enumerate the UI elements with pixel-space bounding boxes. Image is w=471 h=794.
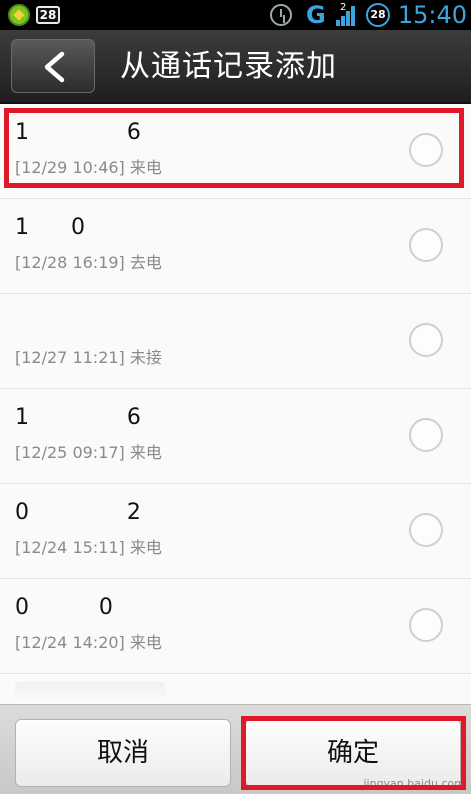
call-time-type: [12/24 14:20] 来电 [15,633,162,652]
app-icon [8,4,30,26]
contact-number: 1 0 [15,215,85,240]
contact-number: 0 2 [15,500,141,525]
back-button[interactable] [11,39,95,93]
bottom-action-bar: 取消 确定 jingyan.baidu.com [0,704,471,794]
page-title: 从通话记录添加 [120,49,337,84]
list-item[interactable]: 1 6 [12/29 10:46] 来电 [0,104,471,199]
signal-icon [326,6,355,26]
select-radio[interactable] [409,228,443,262]
select-radio[interactable] [409,608,443,642]
title-bar: 从通话记录添加 [0,30,471,104]
contact-number: 1 6 [15,405,141,430]
alarm-icon [270,4,292,26]
select-radio[interactable] [409,323,443,357]
status-bar: 28 G 2 28 15:40 [0,0,471,30]
call-time-type: [12/29 10:46] 来电 [15,158,162,177]
clock: 15:40 [397,1,467,29]
call-log-list[interactable]: 1 6 [12/29 10:46] 来电 1 0 [12/28 16:19] 去… [0,104,471,714]
select-radio[interactable] [409,513,443,547]
list-item[interactable]: [12/27 11:21] 未接 [0,294,471,389]
list-item[interactable]: 0 0 [12/24 14:20] 来电 [0,579,471,674]
select-radio[interactable] [409,133,443,167]
list-item[interactable]: 1 6 [12/25 09:17] 来电 [0,389,471,484]
contact-number: 0 0 [15,595,113,620]
notification-badge-icon: 28 [36,6,60,24]
list-item[interactable]: 1 0 [12/28 16:19] 去电 [0,199,471,294]
list-item[interactable]: 0 2 [12/24 15:11] 来电 [0,484,471,579]
cancel-button[interactable]: 取消 [15,719,231,787]
watermark: jingyan.baidu.com [363,777,465,790]
call-time-type: [12/24 15:11] 来电 [15,538,162,557]
network-type: G [306,1,326,29]
call-time-type: [12/25 09:17] 来电 [15,443,162,462]
call-time-type: [12/28 16:19] 去电 [15,253,162,272]
contact-number: 1 6 [15,120,141,145]
select-radio[interactable] [409,418,443,452]
call-time-type: [12/27 11:21] 未接 [15,348,162,367]
chevron-left-icon [44,51,65,83]
partial-row-content [15,682,165,702]
battery-icon: 28 [366,3,390,27]
